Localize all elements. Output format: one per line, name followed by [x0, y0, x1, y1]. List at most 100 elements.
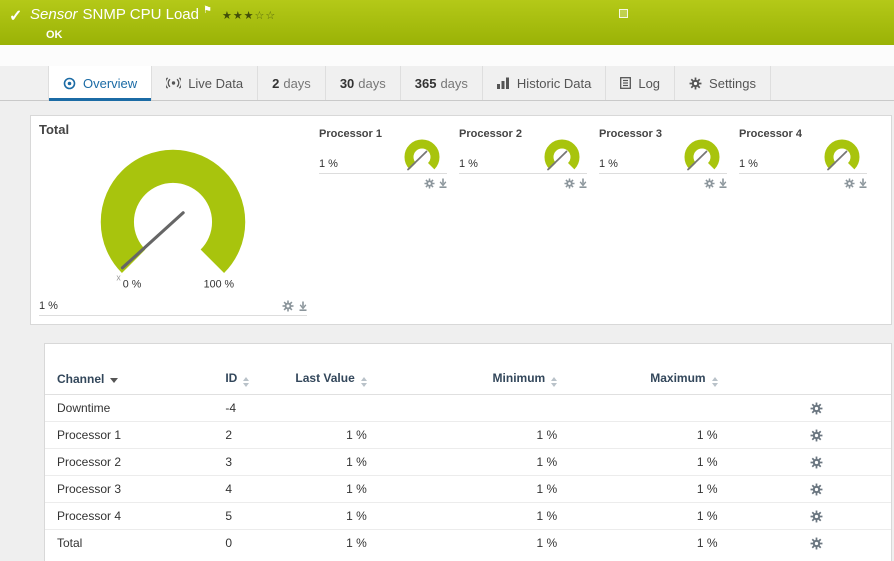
channel-name[interactable]: Processor 3: [45, 475, 195, 502]
channel-settings-cell: [742, 529, 891, 556]
tab-unit: days: [358, 76, 385, 91]
gauge-settings-icon[interactable]: [282, 300, 294, 312]
tab-30-days[interactable]: 30 days: [326, 66, 401, 100]
channel-last-value: 1 %: [281, 448, 391, 475]
tab-label: Overview: [83, 76, 137, 91]
subheader-band: [0, 45, 894, 66]
gauge-settings-icon[interactable]: [564, 178, 575, 189]
sort-icon: [712, 377, 718, 387]
overview-icon: [63, 77, 76, 90]
tab-overview[interactable]: Overview: [48, 66, 152, 100]
gauge-max-label: 100 %: [204, 278, 235, 290]
gauge-pin-icon[interactable]: [719, 178, 727, 188]
channel-minimum: 1 %: [391, 502, 581, 529]
channel-name[interactable]: Processor 2: [45, 448, 195, 475]
gauge-settings-icon[interactable]: [704, 178, 715, 189]
mini-gauge-dial: [679, 135, 725, 175]
stars-empty[interactable]: ☆☆: [255, 10, 277, 22]
stars-filled[interactable]: ★★★: [222, 10, 255, 22]
channel-minimum: 1 %: [391, 475, 581, 502]
table-row[interactable]: Processor 1 2 1 % 1 % 1 %: [45, 421, 891, 448]
channel-maximum: 1 %: [581, 529, 741, 556]
mini-gauge-dial: [539, 135, 585, 175]
column-header-maximum[interactable]: Maximum: [581, 364, 741, 394]
tab-log[interactable]: Log: [606, 66, 675, 100]
channel-last-value: [281, 394, 391, 421]
channel-name[interactable]: Processor 1: [45, 421, 195, 448]
channel-id: 5: [195, 502, 280, 529]
sort-icon: [243, 377, 249, 387]
channel-id: 3: [195, 448, 280, 475]
channel-settings-icon[interactable]: [810, 510, 823, 523]
gauge-pin-icon[interactable]: [579, 178, 587, 188]
small-window-icon[interactable]: [619, 9, 628, 18]
channel-settings-icon[interactable]: [810, 402, 823, 415]
channel-id: 4: [195, 475, 280, 502]
gauge-settings-icon[interactable]: [424, 178, 435, 189]
gauge-settings-icon[interactable]: [844, 178, 855, 189]
processor-3-gauge-cell: Processor 3 1 %: [599, 128, 727, 189]
tab-unit: days: [440, 76, 467, 91]
channel-maximum: 1 %: [581, 475, 741, 502]
object-kind-label: Sensor: [30, 6, 78, 23]
table-row[interactable]: Processor 4 5 1 % 1 % 1 %: [45, 502, 891, 529]
gear-icon: [689, 77, 702, 90]
table-row[interactable]: Downtime -4: [45, 394, 891, 421]
channel-last-value: 1 %: [281, 529, 391, 556]
flag-icon[interactable]: ⚑: [203, 5, 212, 16]
channel-minimum: 1 %: [391, 529, 581, 556]
total-gauge-title: Total: [39, 122, 307, 138]
channel-settings-icon[interactable]: [810, 483, 823, 496]
table-row[interactable]: Total 0 1 % 1 % 1 %: [45, 529, 891, 556]
tab-2-days[interactable]: 2 days: [258, 66, 326, 100]
channel-name[interactable]: Downtime: [45, 394, 195, 421]
gauges-panel: Total x 0 % 100 % 1 % Processor: [30, 115, 892, 325]
mini-gauge-dial: [399, 135, 445, 175]
channel-settings-cell: [742, 421, 891, 448]
bar-chart-icon: [497, 77, 510, 89]
processor-4-gauge-cell: Processor 4 1 %: [739, 128, 867, 189]
channel-name[interactable]: Total: [45, 529, 195, 556]
tab-number: 365: [415, 76, 437, 91]
gauge-pin-icon[interactable]: [859, 178, 867, 188]
gauge-pin-icon[interactable]: [439, 178, 447, 188]
live-data-icon: [166, 77, 181, 89]
channel-settings-icon[interactable]: [810, 537, 823, 550]
channel-settings-icon[interactable]: [810, 456, 823, 469]
channels-table: Channel ID Last Value Minimum Maximum Do…: [45, 364, 891, 556]
processor-1-gauge-cell: Processor 1 1 %: [319, 128, 447, 189]
log-list-icon: [620, 77, 631, 89]
table-row[interactable]: Processor 2 3 1 % 1 % 1 %: [45, 448, 891, 475]
tab-historic-data[interactable]: Historic Data: [483, 66, 606, 100]
table-row[interactable]: Processor 3 4 1 % 1 % 1 %: [45, 475, 891, 502]
channel-id: 2: [195, 421, 280, 448]
channel-settings-cell: [742, 502, 891, 529]
gauge-pin-icon[interactable]: [299, 301, 307, 311]
mini-gauge-value: 1 %: [739, 158, 758, 170]
tab-label: Historic Data: [517, 76, 591, 91]
sort-icon: [551, 377, 557, 387]
tab-number: 30: [340, 76, 354, 91]
channel-name[interactable]: Processor 4: [45, 502, 195, 529]
prtg-sensor-page: ✓ SensorSNMP CPU Load⚑★★★☆☆ OK Overview …: [0, 0, 894, 561]
mini-gauge-value: 1 %: [459, 158, 478, 170]
tab-unit: days: [283, 76, 310, 91]
gauge-peak-marker: x: [116, 273, 121, 283]
channel-minimum: 1 %: [391, 421, 581, 448]
column-header-id[interactable]: ID: [195, 364, 280, 394]
channel-maximum: 1 %: [581, 421, 741, 448]
sensor-title-row: SensorSNMP CPU Load⚑★★★☆☆: [30, 5, 276, 23]
tab-live-data[interactable]: Live Data: [152, 66, 258, 100]
channel-maximum: [581, 394, 741, 421]
tab-number: 2: [272, 76, 279, 91]
column-header-last-value[interactable]: Last Value: [281, 364, 391, 394]
tab-settings[interactable]: Settings: [675, 66, 771, 100]
priority-stars[interactable]: ★★★☆☆: [222, 10, 276, 22]
sort-desc-icon: [110, 378, 118, 383]
channel-settings-icon[interactable]: [810, 429, 823, 442]
column-header-minimum[interactable]: Minimum: [391, 364, 581, 394]
channel-last-value: 1 %: [281, 421, 391, 448]
tab-365-days[interactable]: 365days: [401, 66, 483, 100]
main-content: Total x 0 % 100 % 1 % Processor: [0, 101, 894, 561]
column-header-channel[interactable]: Channel: [45, 364, 195, 394]
